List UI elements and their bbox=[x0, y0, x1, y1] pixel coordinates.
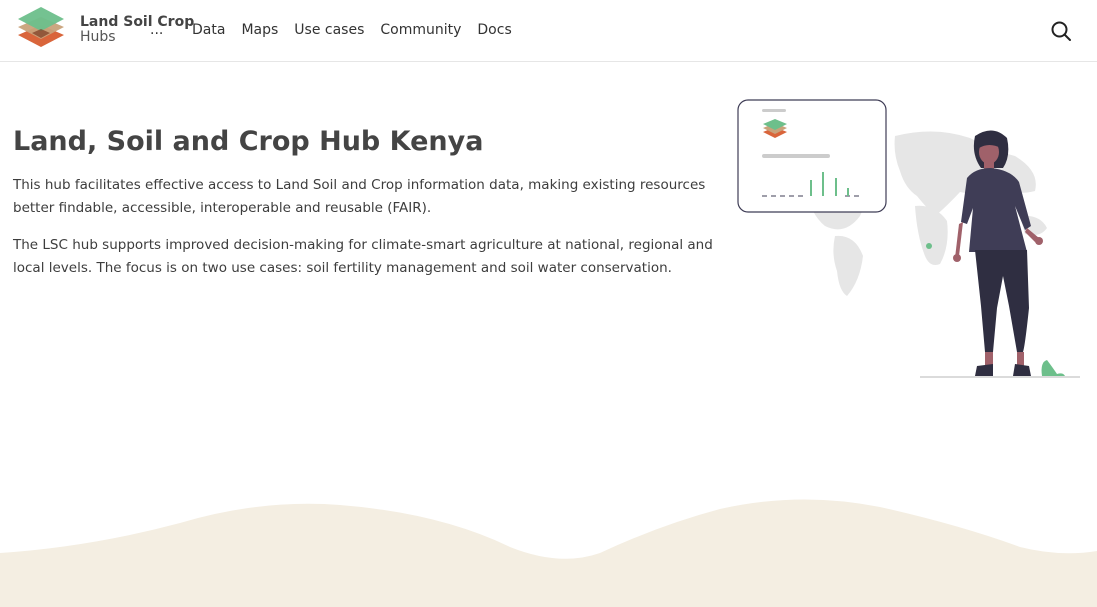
hero-paragraph-1: This hub facilitates effective access to… bbox=[13, 177, 706, 216]
nav-item-data[interactable]: Data bbox=[192, 22, 225, 38]
nav-item-docs[interactable]: Docs bbox=[477, 22, 511, 38]
map-marker-icon bbox=[926, 243, 932, 249]
main-nav: Data Maps Use cases Community Docs bbox=[192, 22, 512, 38]
plant-icon bbox=[1041, 360, 1065, 376]
nav-item-use-cases[interactable]: Use cases bbox=[294, 22, 364, 38]
dashboard-card-illustration bbox=[737, 99, 887, 213]
hero-illustration bbox=[737, 99, 1080, 378]
brand-subtitle[interactable]: Hubs bbox=[80, 29, 116, 45]
page-title: Land, Soil and Crop Hub Kenya bbox=[13, 126, 484, 157]
more-menu-button[interactable]: ... bbox=[150, 22, 163, 38]
top-navigation-bar: Land Soil Crop Hubs ... Data Maps Use ca… bbox=[0, 0, 1097, 62]
hero-paragraph-2: The LSC hub supports improved decision-m… bbox=[13, 237, 713, 276]
nav-item-community[interactable]: Community bbox=[380, 22, 461, 38]
nav-item-maps[interactable]: Maps bbox=[241, 22, 278, 38]
decorative-wave-footer bbox=[0, 499, 1097, 607]
brand-title[interactable]: Land Soil Crop bbox=[80, 14, 194, 30]
land-soil-crop-logo-icon[interactable] bbox=[14, 5, 68, 55]
search-icon[interactable] bbox=[1050, 20, 1072, 42]
